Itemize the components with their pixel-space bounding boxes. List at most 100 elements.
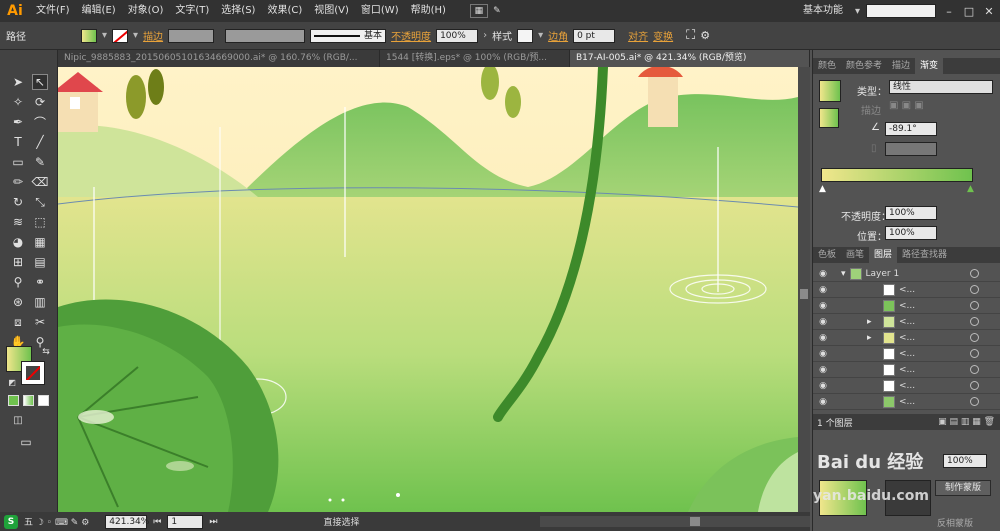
aspect-ratio-field[interactable]	[885, 142, 937, 156]
tab-nipic[interactable]: Nipic_9885883_20150605101634669000.ai* @…	[58, 50, 380, 67]
gradient-stop-start[interactable]: ▲	[819, 184, 826, 194]
menu-file[interactable]: 文件(F)	[30, 0, 76, 22]
layer-target[interactable]	[970, 269, 979, 278]
free-transform-icon[interactable]: ⬚	[32, 214, 48, 230]
expand-arrow-icon[interactable]: ▸	[867, 317, 879, 327]
menu-select[interactable]: 选择(S)	[215, 0, 261, 22]
sublayer-row[interactable]: ◉ <...	[813, 282, 1000, 298]
screen-mode-icon[interactable]: ▭	[18, 434, 34, 450]
gradient-preview-swatch[interactable]	[819, 80, 841, 102]
none-mode-icon[interactable]	[38, 395, 49, 406]
eye-icon[interactable]: ◉	[813, 365, 833, 375]
eye-icon[interactable]: ◉	[813, 397, 833, 407]
graphic-style-swatch[interactable]	[517, 28, 534, 43]
stroke-label[interactable]: 描边	[143, 28, 163, 43]
eye-icon[interactable]: ◉	[813, 301, 833, 311]
eye-icon[interactable]: ◉	[813, 317, 833, 327]
sublayer-name[interactable]: <...	[899, 317, 915, 327]
artboard-canvas[interactable]	[58, 67, 798, 512]
tab-layers[interactable]: 图层	[869, 247, 898, 263]
layer-row[interactable]: ◉ ▾ Layer 1	[813, 266, 1000, 282]
next-page-icon[interactable]: ⏭	[209, 517, 217, 527]
sublayer-row[interactable]: ◉ <...	[813, 298, 1000, 314]
stroke-color-box[interactable]	[21, 361, 45, 385]
scroll-thumb[interactable]	[690, 517, 700, 526]
menu-view[interactable]: 视图(V)	[308, 0, 355, 22]
eye-icon[interactable]: ◉	[813, 349, 833, 359]
sublayer-row[interactable]: ◉ <...	[813, 362, 1000, 378]
align-label[interactable]: 对齐	[628, 28, 648, 43]
gradient-tool-icon[interactable]: ▤	[32, 254, 48, 270]
corner-label[interactable]: 边角	[548, 28, 568, 43]
transparency-opacity-field[interactable]: 100%	[943, 454, 987, 468]
horizontal-scrollbar[interactable]	[540, 516, 810, 527]
expand-arrow-icon[interactable]: ▸	[867, 333, 879, 343]
layer-target[interactable]	[970, 365, 979, 374]
eye-icon[interactable]: ◉	[813, 269, 833, 279]
lasso-icon[interactable]: ⟳	[32, 94, 48, 110]
eye-icon[interactable]: ◉	[813, 285, 833, 295]
stroke-gradient-options-icon[interactable]: ▣ ▣ ▣	[889, 100, 924, 111]
sublayer-name[interactable]: <...	[899, 301, 915, 311]
tab-pathfinder[interactable]: 路径查找器	[897, 247, 952, 263]
minimize-button[interactable]: –	[942, 5, 956, 18]
sublayer-row[interactable]: ◉ <...	[813, 394, 1000, 410]
menu-edit[interactable]: 编辑(E)	[76, 0, 122, 22]
rotate-tool-icon[interactable]: ↻	[10, 194, 26, 210]
gradient-opacity-field[interactable]: 100%	[885, 206, 937, 220]
angle-field[interactable]: -89.1°	[885, 122, 937, 136]
shape-builder-icon[interactable]: ◕	[10, 234, 26, 250]
drawing-mode-icon[interactable]: ◫	[10, 412, 26, 428]
line-tool-icon[interactable]: ╱	[32, 134, 48, 150]
layer-target[interactable]	[970, 317, 979, 326]
layer-target[interactable]	[970, 349, 979, 358]
tab-gradient[interactable]: 渐变	[915, 58, 944, 74]
sublayer-name[interactable]: <...	[899, 349, 915, 359]
chevron-right-icon[interactable]: ›	[483, 30, 487, 41]
gradient-mode-icon[interactable]	[23, 395, 34, 406]
stroke-swatch[interactable]	[112, 28, 129, 43]
gpu-performance-icon[interactable]: ✎	[488, 4, 506, 18]
eye-icon[interactable]: ◉	[813, 381, 833, 391]
sublayer-name[interactable]: <...	[899, 365, 915, 375]
gradient-slider[interactable]	[821, 168, 973, 182]
gradient-stop-end[interactable]: ▲	[967, 184, 974, 194]
sublayer-name[interactable]: <...	[899, 333, 915, 343]
type-tool-icon[interactable]: T	[10, 134, 26, 150]
gradient-fill-stroke-icon[interactable]	[819, 108, 839, 128]
layers-footer-icons[interactable]: ▣ ▤ ▥ ▦ 🗑	[938, 417, 1000, 427]
maximize-button[interactable]: □	[962, 5, 976, 18]
layer-target[interactable]	[970, 301, 979, 310]
blend-tool-icon[interactable]: ⚭	[32, 274, 48, 290]
rectangle-tool-icon[interactable]: ▭	[10, 154, 26, 170]
close-button[interactable]: ✕	[982, 5, 996, 18]
layer-target[interactable]	[970, 333, 979, 342]
eyedropper-icon[interactable]: ⚲	[10, 274, 26, 290]
vertical-scrollbar[interactable]	[798, 67, 810, 512]
tab-color[interactable]: 颜色	[813, 58, 841, 74]
tab-stroke[interactable]: 描边	[887, 58, 915, 74]
sublayer-name[interactable]: <...	[899, 381, 915, 391]
sublayer-row[interactable]: ◉ <...	[813, 378, 1000, 394]
column-graph-icon[interactable]: ▥	[32, 294, 48, 310]
gradient-location-field[interactable]: 100%	[885, 226, 937, 240]
workspace-switcher[interactable]: 基本功能	[797, 0, 849, 22]
default-colors-icon[interactable]: ◩	[4, 374, 20, 390]
stroke-style-dropdown[interactable]: 基本	[310, 28, 387, 43]
sublayer-name[interactable]: <...	[899, 285, 915, 295]
invert-mask-label[interactable]: 反相蒙版	[937, 516, 973, 529]
opacity-field[interactable]: 100%	[436, 28, 479, 43]
layer-target[interactable]	[970, 285, 979, 294]
scroll-thumb[interactable]	[800, 289, 808, 299]
slice-tool-icon[interactable]: ✂	[32, 314, 48, 330]
sublayer-row[interactable]: ◉ <...	[813, 346, 1000, 362]
eye-icon[interactable]: ◉	[813, 333, 833, 343]
pen-tool-icon[interactable]: ✒	[10, 114, 26, 130]
opacity-label[interactable]: 不透明度	[391, 28, 431, 43]
layer-target[interactable]	[970, 397, 979, 406]
page-field[interactable]: 1	[167, 514, 204, 529]
stroke-weight-dropdown[interactable]	[168, 28, 215, 43]
paintbrush-icon[interactable]: ✎	[32, 154, 48, 170]
gradient-type-dropdown[interactable]: 线性	[889, 80, 993, 94]
tab-color-guide[interactable]: 颜色参考	[841, 58, 887, 74]
